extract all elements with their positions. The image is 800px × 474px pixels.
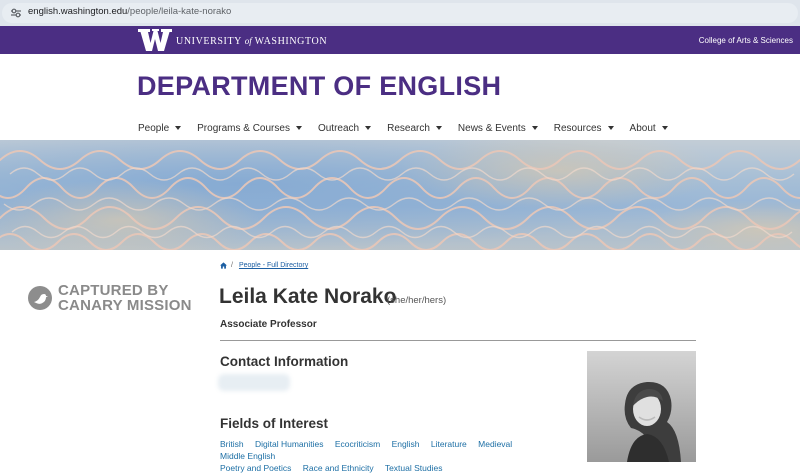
canary-line-2: CANARY MISSION — [58, 297, 192, 314]
contact-heading: Contact Information — [220, 354, 349, 369]
field-link[interactable]: Digital Humanities — [255, 439, 324, 449]
nav-item-people[interactable]: People — [138, 121, 182, 135]
home-icon[interactable] — [220, 262, 227, 269]
field-link[interactable]: Ecocriticism — [335, 439, 380, 449]
canary-bird-icon — [28, 286, 52, 310]
canary-mission-text: CAPTURED BY CANARY MISSION — [58, 283, 192, 313]
uw-w-logo-icon[interactable] — [138, 28, 172, 52]
nav-item-label: News & Events — [457, 122, 526, 134]
main-nav: People Programs & Courses Outreach Resea… — [138, 121, 684, 135]
caret-down-icon — [661, 126, 668, 130]
caret-down-icon — [175, 126, 182, 130]
pronouns: (she/her/hers) — [387, 295, 447, 306]
url-field[interactable]: english.washington.edu/people/leila-kate… — [2, 3, 798, 23]
canary-line-1: CAPTURED BY — [58, 282, 169, 299]
college-link[interactable]: College of Arts & Sciences — [699, 36, 793, 45]
field-link[interactable]: British — [220, 439, 244, 449]
nav-item-about[interactable]: About — [630, 121, 668, 135]
caret-down-icon — [295, 126, 302, 130]
nav-item-outreach[interactable]: Outreach — [317, 121, 372, 135]
nav-item-label: Research — [387, 122, 430, 134]
nav-item-programs-courses[interactable]: Programs & Courses — [197, 121, 302, 135]
canary-mission-badge: CAPTURED BY CANARY MISSION — [28, 283, 198, 317]
job-title: Associate Professor — [220, 319, 317, 330]
divider — [220, 340, 696, 341]
university-name[interactable]: UNIVERSITY of WASHINGTON — [176, 36, 327, 47]
fields-heading: Fields of Interest — [220, 416, 329, 431]
nav-item-label: Programs & Courses — [197, 122, 290, 134]
field-link[interactable]: English — [392, 439, 420, 449]
department-title[interactable]: DEPARTMENT OF ENGLISH — [137, 71, 501, 102]
profile-photo — [587, 351, 696, 462]
url-path: /people/leila-kate-norako — [127, 6, 232, 17]
nav-item-label: Outreach — [317, 122, 360, 134]
field-link[interactable]: Middle English — [220, 451, 275, 461]
person-name: Leila Kate Norako — [219, 285, 397, 308]
caret-down-icon — [531, 126, 538, 130]
fields-of-interest-list: British Digital Humanities Ecocriticism … — [220, 438, 580, 474]
nav-item-label: About — [629, 122, 656, 134]
nav-item-research[interactable]: Research — [387, 121, 442, 135]
breadcrumb-link-people-directory[interactable]: People - Full Directory — [239, 262, 308, 269]
field-link[interactable]: Literature — [431, 439, 467, 449]
nav-item-news-events[interactable]: News & Events — [458, 121, 538, 135]
caret-down-icon — [435, 126, 442, 130]
nav-item-label: Resources — [553, 122, 602, 134]
uw-name-before: UNIVERSITY — [176, 36, 242, 47]
field-link[interactable]: Poetry and Poetics — [220, 463, 291, 473]
hero-banner — [0, 140, 800, 250]
uw-name-of: of — [244, 36, 252, 46]
field-link[interactable]: Textual Studies — [385, 463, 443, 473]
breadcrumb: / People - Full Directory — [220, 262, 308, 269]
breadcrumb-separator: / — [231, 262, 233, 269]
field-link[interactable]: Medieval — [478, 439, 512, 449]
nav-item-resources[interactable]: Resources — [554, 121, 614, 135]
caret-down-icon — [607, 126, 614, 130]
uw-header-bar: UNIVERSITY of WASHINGTON College of Arts… — [0, 26, 800, 54]
url-domain: english.washington.edu — [28, 6, 128, 17]
nav-item-label: People — [138, 122, 170, 134]
uw-name-after: WASHINGTON — [254, 36, 328, 47]
caret-down-icon — [365, 126, 372, 130]
browser-address-bar: english.washington.edu/people/leila-kate… — [0, 0, 800, 26]
hero-pattern-image — [0, 140, 800, 250]
field-link[interactable]: Race and Ethnicity — [303, 463, 374, 473]
tune-icon[interactable] — [10, 7, 22, 19]
url-text[interactable]: english.washington.edu/people/leila-kate… — [28, 6, 231, 17]
contact-redacted-block — [218, 374, 290, 391]
